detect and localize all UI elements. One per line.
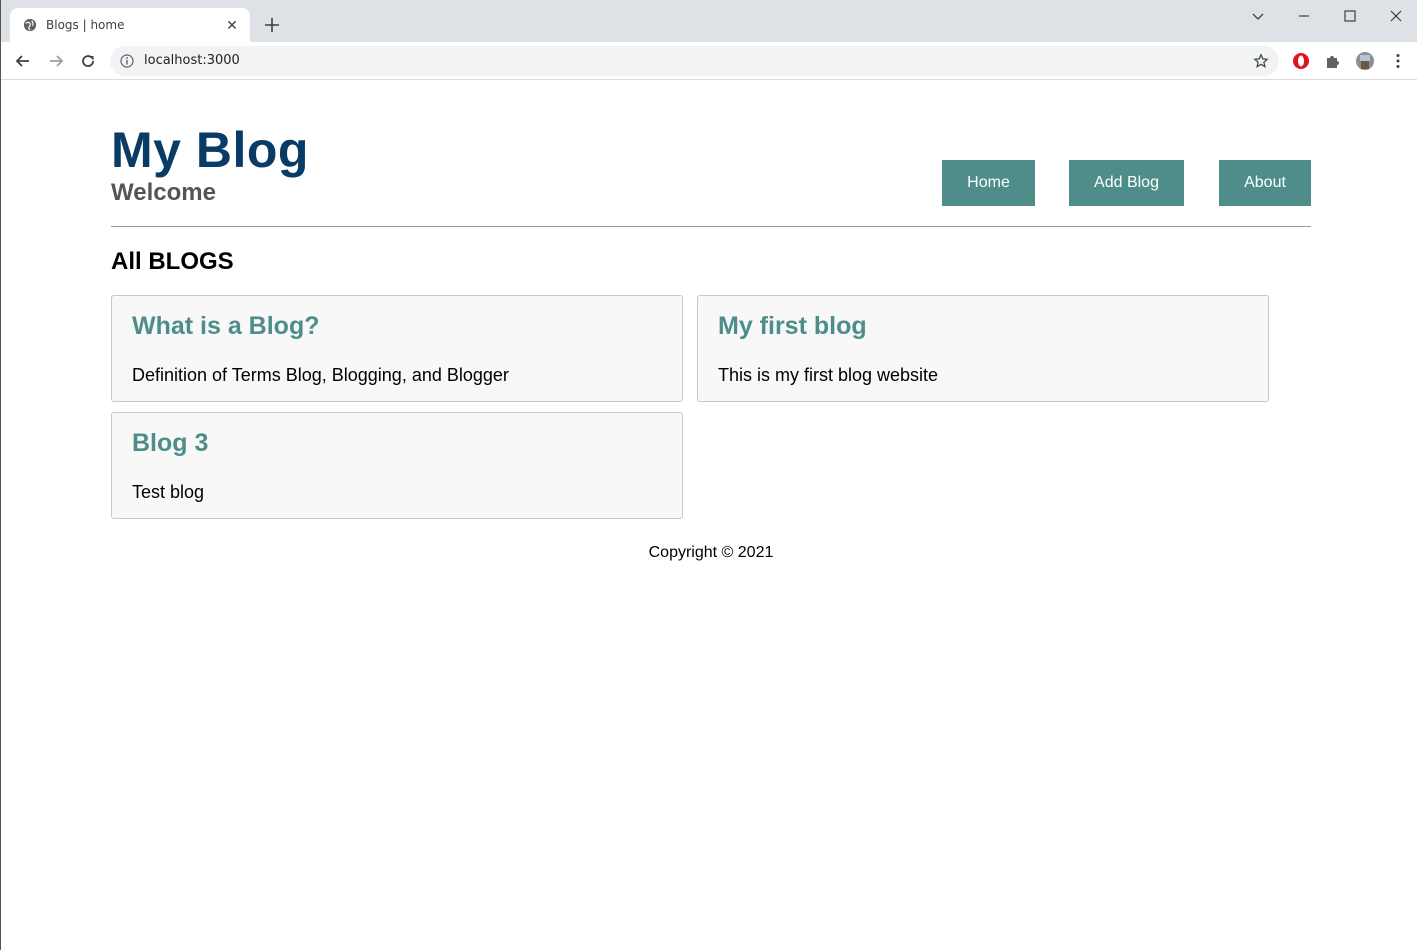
blog-card[interactable]: My first blog This is my first blog webs… (697, 295, 1269, 402)
tab-strip: Blogs | home ✕ (1, 0, 1417, 42)
blog-card[interactable]: What is a Blog? Definition of Terms Blog… (111, 295, 683, 402)
puzzle-icon[interactable] (1323, 51, 1343, 71)
kebab-menu-icon[interactable] (1388, 51, 1408, 71)
minimize-icon[interactable] (1294, 6, 1314, 26)
address-bar[interactable]: localhost:3000 (110, 46, 1279, 76)
site-nav: Home Add Blog About (942, 160, 1311, 206)
maximize-icon[interactable] (1340, 6, 1360, 26)
site-footer: Copyright © 2021 (648, 544, 774, 561)
tab-active[interactable]: Blogs | home ✕ (10, 8, 250, 42)
info-icon[interactable] (120, 54, 134, 68)
avatar[interactable] (1355, 51, 1375, 71)
opera-icon[interactable] (1291, 51, 1311, 71)
site-subtitle: Welcome (111, 179, 216, 206)
section-title: All BLOGS (111, 248, 234, 275)
browser-window: Blogs | home ✕ localhost:3000 My Blog We… (0, 0, 1417, 950)
forward-arrow-icon[interactable] (46, 51, 66, 71)
blog-card-title[interactable]: What is a Blog? (132, 312, 320, 341)
nav-add-blog-button[interactable]: Add Blog (1069, 160, 1184, 206)
nav-home-button[interactable]: Home (942, 160, 1035, 206)
tab-search-chevron-icon[interactable] (1248, 6, 1268, 26)
new-tab-icon[interactable] (261, 14, 283, 36)
page-content: My Blog Welcome Home Add Blog About All … (1, 81, 1417, 950)
url-text: localhost:3000 (144, 53, 240, 68)
close-tab-icon[interactable]: ✕ (224, 17, 240, 33)
browser-toolbar: localhost:3000 (1, 42, 1417, 80)
blog-card-description: Definition of Terms Blog, Blogging, and … (132, 365, 509, 385)
blog-card-description: Test blog (132, 482, 205, 502)
blog-card-title[interactable]: Blog 3 (132, 429, 208, 458)
header-divider (111, 226, 1311, 227)
blog-card[interactable]: Blog 3 Test blog (111, 412, 683, 519)
blog-card-description: This is my first blog website (718, 365, 939, 385)
close-window-icon[interactable] (1386, 6, 1406, 26)
back-arrow-icon[interactable] (13, 51, 33, 71)
site-title: My Blog (111, 122, 309, 178)
star-icon[interactable] (1253, 53, 1269, 69)
reload-icon[interactable] (78, 51, 98, 71)
blog-card-title[interactable]: My first blog (718, 312, 867, 341)
tab-title: Blogs | home (46, 18, 125, 32)
globe-icon (23, 18, 37, 32)
nav-about-button[interactable]: About (1219, 160, 1311, 206)
